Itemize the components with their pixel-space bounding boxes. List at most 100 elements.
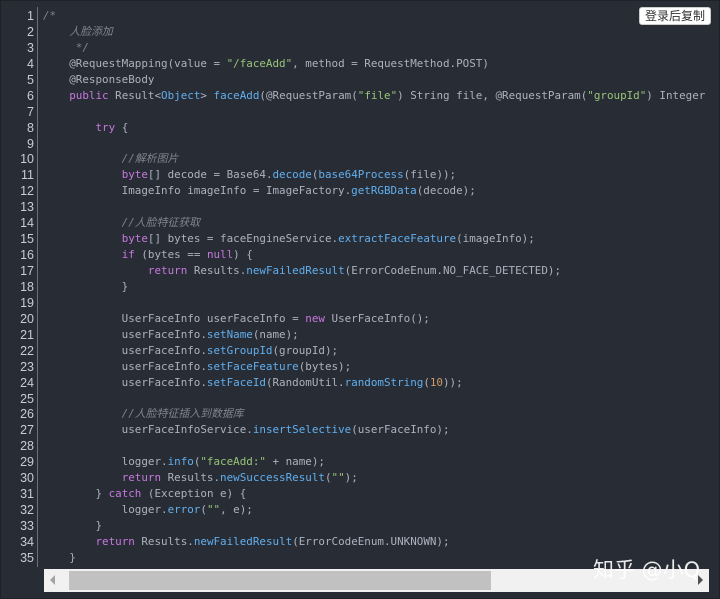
code-token: byte <box>121 168 148 182</box>
code-line: @ResponseBody <box>43 72 705 88</box>
code-token: } <box>43 519 103 532</box>
code-line: try { <box>43 120 705 136</box>
line-number: 4 <box>27 56 34 71</box>
code-token: base64Process <box>318 168 404 182</box>
code-token: userFaceInfoService. <box>43 423 253 437</box>
code-token: newFailedResult <box>246 264 345 277</box>
code-token: @RequestMapping(value = <box>43 56 227 70</box>
code-token: //解析图片 <box>43 152 179 166</box>
code-token: Results. <box>134 534 194 548</box>
line-number: 25 <box>20 391 34 406</box>
code-token: userFaceInfo. <box>43 359 207 373</box>
code-line: userFaceInfoService.insertSelective(user… <box>43 422 705 438</box>
line-number: 16 <box>20 248 34 263</box>
code-token: "/faceAdd" <box>226 56 293 70</box>
scrollbar-thumb[interactable] <box>69 571 491 590</box>
code-token: ) Integer <box>646 88 706 102</box>
line-number: 19 <box>20 295 34 310</box>
line-number: 11 <box>21 168 34 183</box>
copy-after-login-button[interactable]: 登录后复制 <box>639 7 711 25</box>
line-number: 29 <box>20 455 34 470</box>
line-number: 23 <box>20 359 34 374</box>
code-token: setFaceId <box>206 375 266 389</box>
code-token: , method = RequestMethod.POST) <box>292 56 489 70</box>
line-number: 5 <box>27 72 34 87</box>
line-number: 30 <box>20 471 34 486</box>
code-token: //人脸特征插入到数据库 <box>43 407 244 421</box>
code-line: ImageInfo imageInfo = ImageFactory.getRG… <box>43 183 705 199</box>
code-token: userFaceInfo. <box>43 343 207 357</box>
code-token: return <box>95 534 135 548</box>
code-token: ImageInfo imageInfo = ImageFactory. <box>43 184 352 198</box>
line-number: 14 <box>20 216 34 231</box>
code-token: "groupId" <box>587 88 647 102</box>
line-number: 1 <box>27 9 34 23</box>
code-token: catch <box>108 487 142 501</box>
code-token: Result< <box>108 88 162 102</box>
code-token: userFaceInfo. <box>43 375 207 389</box>
code-line: //解析图片 <box>43 151 705 167</box>
line-number: 34 <box>20 534 34 549</box>
code-token: return <box>121 471 162 485</box>
code-line: userFaceInfo.setName(name); <box>43 327 705 343</box>
code-token: Results. <box>161 471 221 485</box>
code-token: Results. <box>187 264 247 277</box>
code-token: //人脸特征获取 <box>43 216 201 230</box>
code-line: byte[] decode = Base64.decode(base64Proc… <box>43 167 705 183</box>
line-number: 12 <box>20 184 34 199</box>
line-number: 31 <box>20 487 34 502</box>
code-token: (groupId); <box>272 343 339 357</box>
code-token: } <box>43 279 129 293</box>
code-token: "faceAdd:" <box>200 455 266 469</box>
code-token: "file" <box>357 88 398 102</box>
line-number: 22 <box>20 343 34 358</box>
code-token: (file)); <box>403 168 457 182</box>
code-line: return Results.newSuccessResult(""); <box>43 470 705 486</box>
line-number: 3 <box>27 40 34 55</box>
code-token: (bytes); <box>298 359 352 373</box>
code-line: } catch (Exception e) { <box>43 486 705 502</box>
code-token: } <box>43 550 76 564</box>
code-token: insertSelective <box>252 423 352 437</box>
code-token: userFaceInfo. <box>43 327 207 341</box>
line-number: 2 <box>27 24 34 39</box>
line-number: 26 <box>20 407 34 422</box>
code-content: /* 人脸添加 */ @RequestMapping(value = "/fac… <box>43 8 705 566</box>
code-line: userFaceInfo.setFaceId(RandomUtil.random… <box>43 375 705 391</box>
code-line: logger.info("faceAdd:" + name); <box>43 454 705 470</box>
code-line: 人脸添加 <box>43 24 705 40</box>
scroll-left-arrow-icon[interactable] <box>50 575 55 585</box>
code-token: (ErrorCodeEnum.UNKNOWN); <box>292 534 450 548</box>
gutter-divider <box>37 7 38 567</box>
code-token: decode <box>272 168 312 182</box>
code-token: { <box>115 120 129 134</box>
code-token: extractFaceFeature <box>338 232 457 246</box>
line-number: 10 <box>20 152 34 167</box>
line-number: 24 <box>20 375 34 390</box>
code-token: (imageInfo); <box>456 232 535 246</box>
code-token: ) { <box>233 248 253 262</box>
code-line: logger.error("", e); <box>43 502 705 518</box>
code-token: /* <box>43 9 57 22</box>
line-number: 15 <box>20 232 34 247</box>
line-number: 32 <box>20 503 34 518</box>
code-token: , e); <box>220 503 253 517</box>
line-number: 17 <box>20 264 34 278</box>
line-number: 28 <box>20 439 34 454</box>
code-token: getRGBData <box>351 184 417 198</box>
line-number: 13 <box>20 200 34 215</box>
code-token: (name); <box>252 327 299 341</box>
code-token: [] decode = Base64. <box>147 168 273 182</box>
code-token: newFailedResult <box>193 534 293 548</box>
code-token: "" <box>331 471 345 485</box>
code-line: byte[] bytes = faceEngineService.extract… <box>43 231 705 247</box>
